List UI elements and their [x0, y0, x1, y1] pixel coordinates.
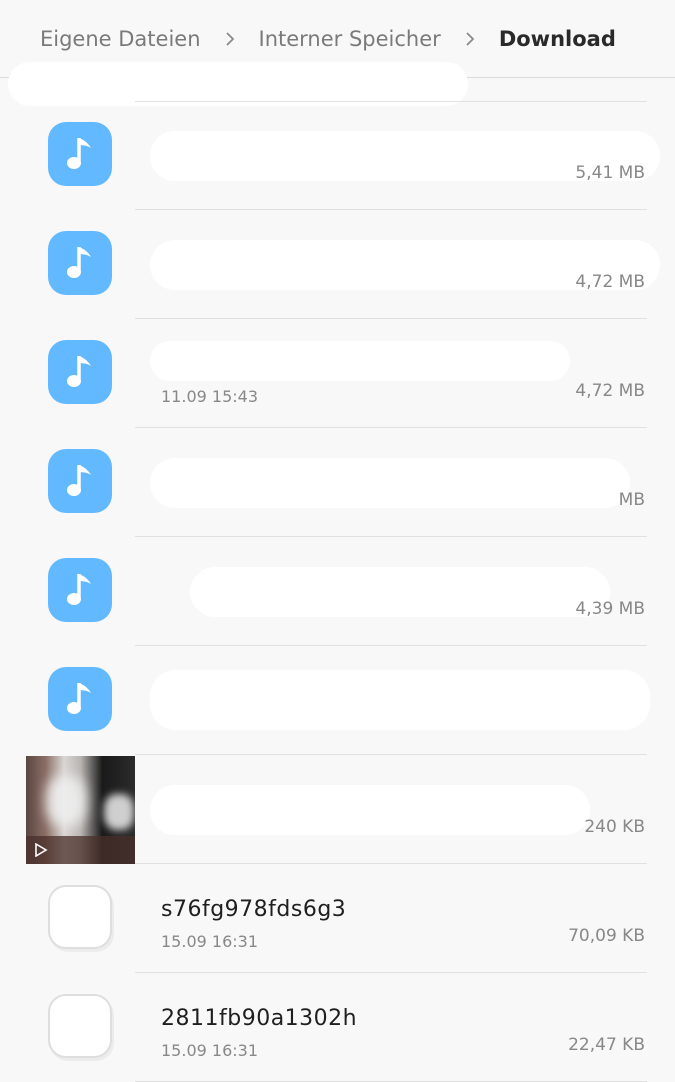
breadcrumb-download[interactable]: Download: [499, 27, 616, 51]
file-name: s76fg978fds6g3: [161, 897, 347, 922]
redaction-mark: [190, 567, 610, 617]
music-note-icon: [48, 449, 112, 513]
file-size: 4,72 MB: [575, 381, 645, 401]
file-icon: [48, 885, 112, 949]
file-icon: [48, 994, 112, 1058]
file-size: 5,41 MB: [575, 163, 645, 183]
list-item[interactable]: 240 KB: [0, 755, 675, 864]
chevron-right-icon: [223, 32, 237, 46]
chevron-right-icon: [463, 32, 477, 46]
file-name: 2811fb90a1302h: [161, 1006, 358, 1031]
file-size: 70,09 KB: [568, 926, 645, 946]
list-item[interactable]: 5,41 MB: [0, 101, 675, 210]
list-item[interactable]: 4,72 MB: [0, 210, 675, 319]
breadcrumb-interner-speicher[interactable]: Interner Speicher: [259, 27, 441, 51]
file-date: 15.09 16:31: [161, 1041, 258, 1060]
redaction-mark: [150, 785, 590, 835]
redaction-mark: [150, 458, 630, 508]
file-date: 15.09 16:31: [161, 932, 258, 951]
file-date: 11.09 15:43: [161, 387, 258, 406]
file-size: 240 KB: [584, 817, 645, 837]
music-note-icon: [48, 667, 112, 731]
list-item[interactable]: s76fg978fds6g3 15.09 16:31 70,09 KB: [0, 864, 675, 973]
file-size: 4,72 MB: [575, 272, 645, 292]
redaction-mark: [150, 341, 570, 381]
file-size: MB: [618, 490, 645, 510]
play-icon: [34, 842, 48, 858]
file-size: 4,39 MB: [575, 599, 645, 619]
music-note-icon: [48, 122, 112, 186]
file-size: 22,47 KB: [568, 1035, 645, 1055]
list-item[interactable]: 11.09 15:43 4,72 MB: [0, 319, 675, 428]
breadcrumb-eigene-dateien[interactable]: Eigene Dateien: [40, 27, 201, 51]
music-note-icon: [48, 231, 112, 295]
list-item[interactable]: 4,39 MB: [0, 537, 675, 646]
music-note-icon: [48, 558, 112, 622]
music-note-icon: [48, 340, 112, 404]
file-list: 5,41 MB 4,72 MB 11.09 15:43 4,72 MB MB 4…: [0, 101, 675, 1082]
redaction-mark: [150, 670, 650, 730]
list-item[interactable]: 2811fb90a1302h 15.09 16:31 22,47 KB: [0, 973, 675, 1082]
list-item[interactable]: [0, 646, 675, 755]
video-thumbnail: [26, 756, 135, 864]
redaction-mark: [8, 62, 468, 106]
list-item[interactable]: MB: [0, 428, 675, 537]
